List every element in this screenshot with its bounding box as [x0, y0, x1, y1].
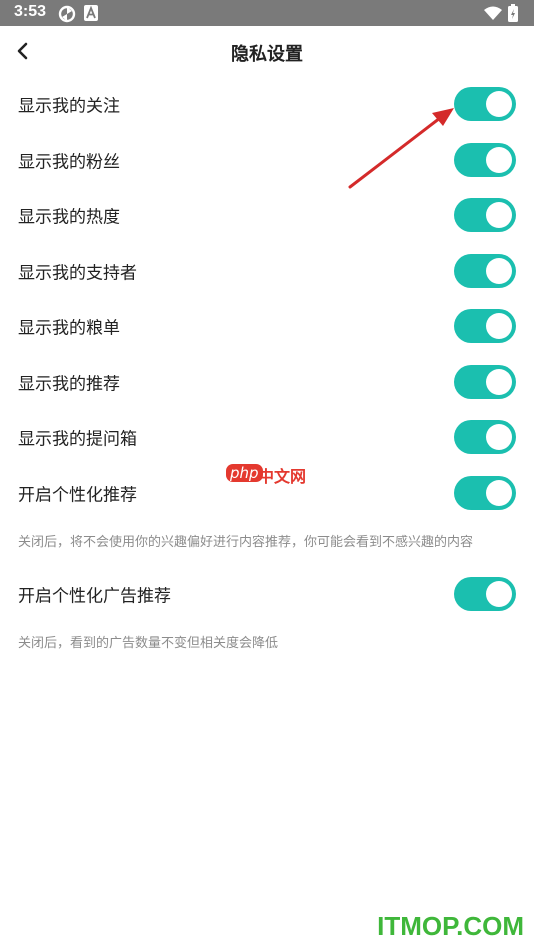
personalized-recommendation-toggle[interactable] [454, 476, 516, 510]
toggle-knob [486, 369, 512, 395]
show-heat-toggle[interactable] [454, 198, 516, 232]
toggle-knob [486, 480, 512, 506]
setting-label: 显示我的粮单 [18, 318, 120, 339]
notification-a-icon [84, 5, 98, 21]
toggle-knob [486, 258, 512, 284]
privacy-settings-page: 3:53 隐私设置 显示我的关注 显示我的粉丝 显示我的热度 显示我的支持者 显… [0, 0, 534, 950]
toggle-knob [486, 581, 512, 607]
setting-label: 显示我的推荐 [18, 374, 120, 395]
battery-icon [508, 4, 518, 22]
annotation-arrow-icon [348, 108, 454, 189]
show-following-toggle[interactable] [454, 87, 516, 121]
wifi-icon [484, 6, 502, 20]
setting-row-show-recommendations: 显示我的推荐 [0, 354, 534, 410]
show-grain-list-toggle[interactable] [454, 309, 516, 343]
personalized-ads-description: 关闭后，看到的广告数量不变但相关度会降低 [18, 636, 279, 651]
toggle-knob [486, 313, 512, 339]
setting-row-show-grain-list: 显示我的粮单 [0, 298, 534, 354]
show-question-box-toggle[interactable] [454, 420, 516, 454]
setting-label: 显示我的提问箱 [18, 429, 137, 450]
personalized-recommendation-description: 关闭后，将不会使用你的兴趣偏好进行内容推荐，你可能会看到不感兴趣的内容 [18, 535, 474, 550]
setting-row-show-heat: 显示我的热度 [0, 187, 534, 243]
setting-label: 显示我的粉丝 [18, 152, 120, 173]
toggle-knob [486, 91, 512, 117]
site-watermark: ITMOP.COM [377, 911, 524, 941]
status-time: 3:53 [14, 3, 47, 20]
toggle-knob [486, 147, 512, 173]
show-fans-toggle[interactable] [454, 143, 516, 177]
setting-label: 显示我的关注 [18, 96, 120, 117]
show-recommendations-toggle[interactable] [454, 365, 516, 399]
page-title: 隐私设置 [231, 44, 303, 65]
toggle-knob [486, 202, 512, 228]
personalized-ads-toggle[interactable] [454, 577, 516, 611]
setting-row-show-supporters: 显示我的支持者 [0, 243, 534, 299]
setting-row-show-question-box: 显示我的提问箱 [0, 409, 534, 465]
setting-label: 开启个性化推荐 [18, 485, 137, 506]
setting-label: 开启个性化广告推荐 [18, 586, 171, 607]
setting-label: 显示我的支持者 [18, 263, 137, 284]
php-cn-watermark: 中文网 [258, 467, 307, 486]
toggle-knob [486, 424, 512, 450]
sync-icon [58, 5, 76, 23]
setting-row-personalized-ads: 开启个性化广告推荐 [0, 566, 534, 622]
status-bar: 3:53 [0, 0, 534, 26]
header: 隐私设置 [0, 26, 534, 76]
show-supporters-toggle[interactable] [454, 254, 516, 288]
setting-label: 显示我的热度 [18, 207, 120, 228]
